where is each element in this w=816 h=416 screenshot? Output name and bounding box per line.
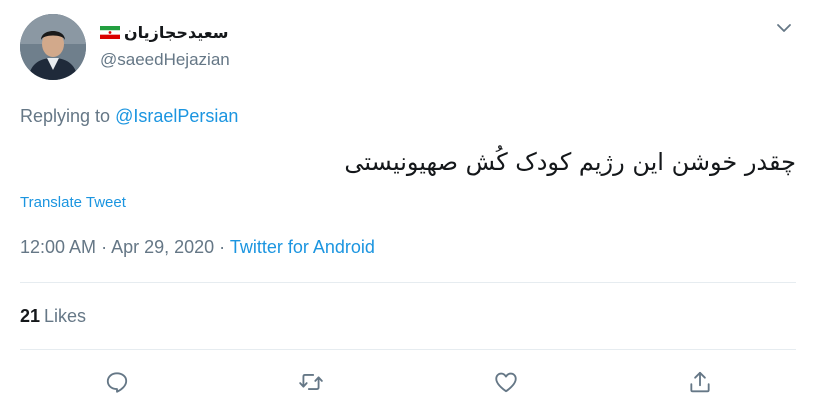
reply-mention-link[interactable]: @IsraelPersian	[115, 106, 238, 126]
tweet-date[interactable]: Apr 29, 2020	[111, 237, 214, 257]
reply-context-prefix: Replying to	[20, 106, 111, 126]
likes-stat[interactable]: 21 Likes	[20, 306, 86, 327]
action-bar	[0, 362, 816, 402]
like-button[interactable]	[492, 368, 520, 396]
avatar-photo	[20, 14, 86, 80]
reply-context: Replying to @IsraelPersian	[20, 106, 238, 127]
user-handle[interactable]: @saeedHejazian	[100, 50, 230, 70]
tweet-meta: 12:00 AM · Apr 29, 2020 · Twitter for An…	[20, 237, 375, 258]
tweet-text: چقدر خوشن این رژیم کودک کُش صهیونیستی	[344, 148, 796, 176]
divider	[20, 349, 796, 350]
author-name-row[interactable]: سعیدحجازیان	[100, 20, 230, 44]
retweet-button[interactable]	[297, 368, 325, 396]
heart-icon	[495, 372, 517, 393]
author-block: سعیدحجازیان @saeedHejazian	[100, 20, 230, 70]
retweet-icon	[299, 374, 323, 390]
divider	[20, 282, 796, 283]
share-icon	[690, 371, 710, 393]
reply-icon	[106, 372, 128, 393]
translate-tweet-link[interactable]: Translate Tweet	[20, 194, 126, 211]
tweet-time[interactable]: 12:00 AM	[20, 237, 96, 257]
meta-separator: ·	[214, 237, 230, 257]
share-button[interactable]	[686, 368, 714, 396]
display-name[interactable]: سعیدحجازیان	[124, 23, 229, 42]
likes-label: Likes	[44, 306, 87, 326]
iran-flag-icon	[100, 25, 120, 39]
tweet-source-link[interactable]: Twitter for Android	[230, 237, 375, 257]
likes-count: 21	[20, 306, 41, 326]
tweet-card: سعیدحجازیان @saeedHejazian Replying to @…	[0, 0, 816, 416]
reply-button[interactable]	[103, 368, 131, 396]
chevron-down-icon[interactable]	[774, 18, 794, 38]
avatar[interactable]	[20, 14, 86, 80]
meta-separator: ·	[96, 237, 112, 257]
